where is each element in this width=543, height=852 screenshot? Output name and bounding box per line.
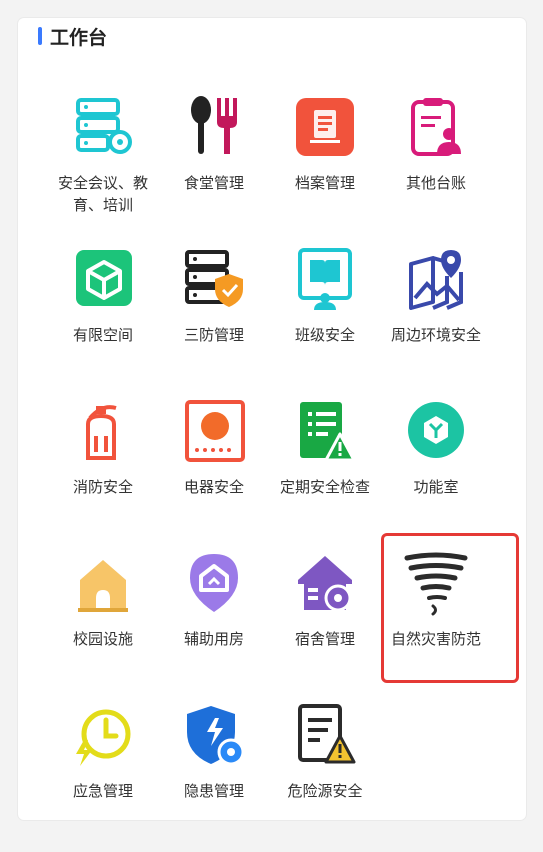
clipboard-user-icon (411, 98, 461, 156)
checklist-warning-icon (300, 402, 356, 462)
tile-hidden-danger[interactable]: 隐患管理 (158, 702, 270, 852)
shield-gear-icon (187, 706, 245, 766)
tile-label: 消防安全 (72, 478, 133, 496)
room-cube-icon (408, 402, 464, 458)
document-stack-icon (296, 98, 354, 156)
book-people-icon (298, 248, 352, 310)
tile-label: 定期安全检查 (279, 478, 370, 496)
tile-label: 校园设施 (72, 630, 133, 648)
tile-function-room[interactable]: 功能室 (380, 398, 492, 548)
tile-fire-safety[interactable]: 消防安全 (47, 398, 159, 548)
tile-label: 功能室 (413, 478, 459, 496)
appliance-icon (185, 400, 245, 462)
tile-electrical-safety[interactable]: 电器安全 (158, 398, 270, 548)
house-icon (78, 560, 128, 612)
tile-canteen[interactable]: 食堂管理 (158, 94, 270, 244)
tile-label: 隐患管理 (183, 782, 244, 800)
tile-label: 三防管理 (183, 326, 244, 344)
tile-label: 班级安全 (294, 326, 355, 344)
house-gear-icon (298, 556, 352, 612)
clock-lightning-icon (76, 709, 131, 766)
tile-campus-facilities[interactable]: 校园设施 (47, 550, 159, 700)
tile-label: 食堂管理 (183, 174, 244, 192)
tile-auxiliary-rooms[interactable]: 辅助用房 (158, 550, 270, 700)
tile-three-defense[interactable]: 三防管理 (158, 246, 270, 396)
tile-other-ledger[interactable]: 其他台账 (380, 94, 492, 244)
tile-label: 宿舍管理 (294, 630, 355, 648)
tile-label: 周边环境安全 (390, 326, 481, 344)
tile-emergency[interactable]: 应急管理 (47, 702, 159, 852)
tile-surroundings[interactable]: 周边环境安全 (380, 246, 492, 396)
tile-label: 有限空间 (72, 326, 133, 344)
tile-label: 应急管理 (72, 782, 133, 800)
tile-label: 其他台账 (405, 174, 466, 192)
tile-label: 电器安全 (183, 478, 244, 496)
tile-safety-meeting[interactable]: 安全会议、教育、培训 (47, 94, 159, 244)
tile-confined-space[interactable]: 有限空间 (47, 246, 159, 396)
house-pin-icon (190, 554, 238, 612)
section-title: 工作台 (50, 26, 108, 49)
selection-highlight (381, 533, 519, 683)
map-pin-icon (409, 250, 463, 310)
section-header: 工作台 (38, 22, 107, 50)
tile-archives[interactable]: 档案管理 (269, 94, 381, 244)
tile-label: 安全会议、教育、培训 (57, 174, 148, 214)
document-warning-icon (298, 704, 356, 764)
tile-label: 档案管理 (294, 174, 355, 192)
server-gear-icon (76, 98, 132, 154)
tile-periodic-inspection[interactable]: 定期安全检查 (269, 398, 381, 548)
tile-label: 危险源安全 (287, 782, 363, 800)
section-accent-bar (38, 27, 42, 45)
tile-class-safety[interactable]: 班级安全 (269, 246, 381, 396)
spoon-fork-icon (191, 96, 237, 154)
cube-icon (76, 250, 132, 306)
tile-hazard-source[interactable]: 危险源安全 (269, 702, 381, 852)
tile-dormitory[interactable]: 宿舍管理 (269, 550, 381, 700)
fire-extinguisher-icon (86, 405, 117, 460)
tile-label: 辅助用房 (183, 630, 244, 648)
server-shield-icon (185, 250, 243, 307)
